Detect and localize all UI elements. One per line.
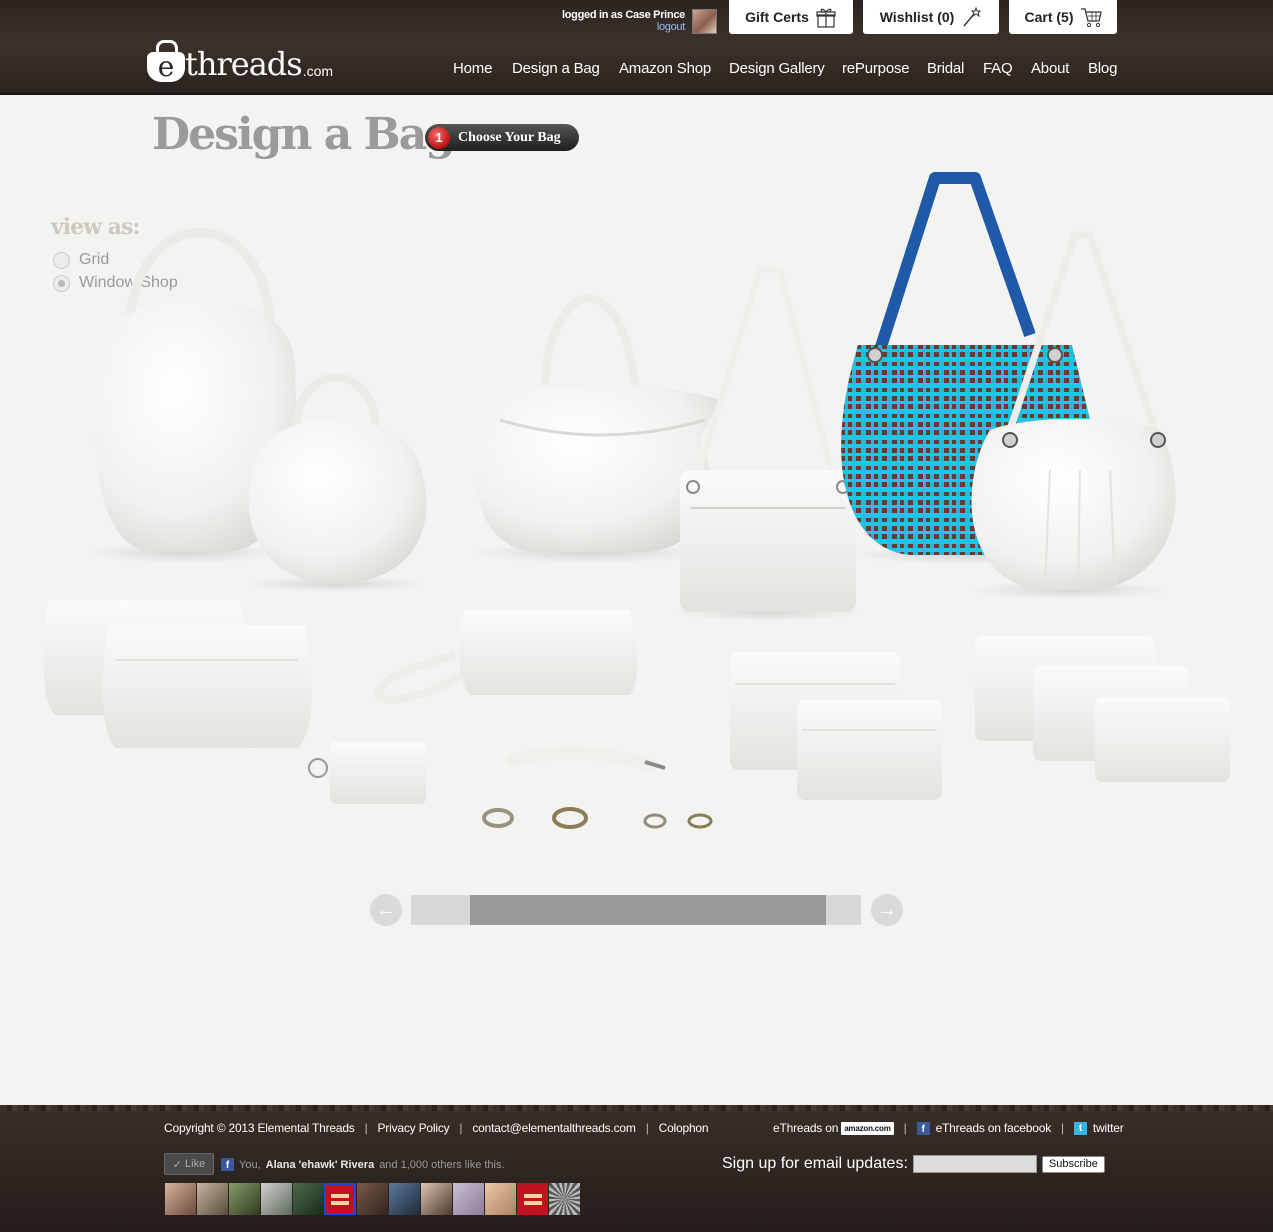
bag-showcase: [0, 160, 1273, 860]
fan-avatar[interactable]: [292, 1183, 324, 1215]
facebook-like-button[interactable]: ✓ Like: [164, 1153, 214, 1175]
gift-certs-label: Gift Certs: [745, 9, 809, 25]
coin-purse[interactable]: [308, 742, 426, 804]
fan-avatar[interactable]: [452, 1183, 484, 1215]
wristlet-pouch[interactable]: [374, 610, 638, 704]
like-prefix: You,: [239, 1158, 261, 1171]
amazon-link[interactable]: eThreads on amazon.com: [773, 1121, 894, 1135]
zip-pouch-set-right[interactable]: [975, 636, 1230, 782]
site-footer: Copyright © 2013 Elemental Threads | Pri…: [0, 1105, 1273, 1232]
facebook-icon: f: [916, 1121, 930, 1135]
signup-label: Sign up for email updates:: [722, 1155, 908, 1172]
fan-avatar[interactable]: [228, 1183, 260, 1215]
nav-bridal[interactable]: Bridal: [927, 60, 964, 77]
like-label: Like: [185, 1158, 206, 1170]
email-field[interactable]: [912, 1155, 1037, 1173]
fan-avatar[interactable]: [260, 1183, 292, 1215]
privacy-policy-link[interactable]: Privacy Policy: [378, 1121, 450, 1135]
nav-blog[interactable]: Blog: [1088, 60, 1117, 77]
o-rings[interactable]: [482, 807, 713, 829]
wishlist-button[interactable]: Wishlist (0): [863, 0, 999, 34]
arrow-left-icon: ←: [376, 898, 396, 921]
fan-avatar-equality[interactable]: [324, 1183, 356, 1215]
wishlist-label: Wishlist (0): [879, 9, 955, 25]
logo-wordmark: threads: [185, 45, 303, 83]
bag-showcase-canvas: [43, 172, 1230, 829]
twitter-icon: t: [1073, 1121, 1087, 1135]
subscribe-button[interactable]: Subscribe: [1041, 1155, 1105, 1173]
shopping-cart-icon: [1080, 8, 1102, 28]
copyright-text: Copyright © 2013 Elemental Threads: [164, 1121, 355, 1135]
fan-avatar[interactable]: [196, 1183, 228, 1215]
scroll-left-button[interactable]: ←: [370, 894, 402, 926]
pouch-large-pair[interactable]: [43, 600, 312, 748]
colophon-link[interactable]: Colophon: [659, 1121, 709, 1135]
amazon-logo-icon: amazon.com: [841, 1121, 894, 1135]
email-signup: Sign up for email updates: Subscribe: [722, 1155, 1105, 1173]
fan-avatar[interactable]: [484, 1183, 516, 1215]
step-label: Choose Your Bag: [458, 129, 561, 145]
like-friend-name[interactable]: Alana 'ehawk' Rivera: [266, 1159, 375, 1171]
fan-avatar[interactable]: [356, 1183, 388, 1215]
logout-link[interactable]: logout: [540, 21, 685, 33]
facebook-small-icon: f: [221, 1158, 234, 1171]
social-links: eThreads on amazon.com | f eThreads on f…: [773, 1121, 1124, 1135]
fan-avatar[interactable]: [164, 1183, 196, 1215]
carousel-scroll-thumb[interactable]: [470, 895, 826, 925]
magic-wand-icon: [963, 6, 982, 27]
scroll-right-button[interactable]: →: [871, 894, 903, 926]
nav-amazon-shop[interactable]: Amazon Shop: [619, 60, 711, 77]
fan-avatar-equality[interactable]: [516, 1183, 548, 1215]
like-summary: f You, Alana 'ehawk' Rivera and 1,000 ot…: [221, 1158, 505, 1171]
gift-icon: [816, 8, 836, 28]
wrist-strap[interactable]: [506, 746, 666, 771]
twitter-link-text: twitter: [1092, 1121, 1124, 1135]
nav-faq[interactable]: FAQ: [983, 60, 1013, 77]
fan-avatar[interactable]: [388, 1183, 420, 1215]
nav-design-gallery[interactable]: Design Gallery: [729, 60, 825, 77]
cart-label: Cart (5): [1024, 9, 1074, 25]
step-indicator: 1 Choose Your Bag: [425, 124, 579, 151]
nav-repurpose[interactable]: rePurpose: [842, 60, 910, 77]
nav-home[interactable]: Home: [453, 60, 492, 77]
facebook-link[interactable]: f eThreads on facebook: [916, 1121, 1052, 1135]
page-title: Design a Bag: [152, 109, 456, 160]
carousel-scroll-track[interactable]: [411, 895, 861, 925]
step-number: 1: [428, 126, 450, 149]
nav-about[interactable]: About: [1031, 60, 1069, 77]
gift-certs-button[interactable]: Gift Certs: [729, 0, 853, 34]
checkmark-icon: ✓: [172, 1158, 183, 1171]
facebook-fan-faces: [164, 1183, 580, 1215]
zip-pouch-set-middle[interactable]: [730, 652, 942, 800]
site-logo[interactable]: e threads .com: [147, 38, 333, 82]
arrow-right-icon: →: [877, 898, 897, 921]
site-header: logged in as Case Prince logout Gift Cer…: [0, 0, 1273, 95]
footer-links: Copyright © 2013 Elemental Threads | Pri…: [164, 1121, 709, 1135]
fan-avatar[interactable]: [548, 1183, 580, 1215]
like-suffix: and 1,000 others like this.: [379, 1158, 505, 1171]
login-text: logged in as Case Prince: [561, 9, 685, 21]
logo-suffix: .com: [302, 63, 334, 79]
user-avatar[interactable]: [692, 9, 717, 34]
amazon-link-text: eThreads on: [773, 1121, 839, 1135]
login-status: logged in as Case Prince logout: [540, 9, 685, 33]
contact-email-link[interactable]: contact@elementalthreads.com: [472, 1121, 636, 1135]
fan-avatar[interactable]: [420, 1183, 452, 1215]
logo-e: e: [157, 50, 175, 83]
twitter-link[interactable]: t twitter: [1073, 1121, 1124, 1135]
cart-button[interactable]: Cart (5): [1009, 0, 1117, 34]
facebook-link-text: eThreads on facebook: [935, 1121, 1052, 1135]
logo-bag-icon: e: [147, 40, 185, 83]
nav-design-a-bag[interactable]: Design a Bag: [512, 60, 600, 77]
